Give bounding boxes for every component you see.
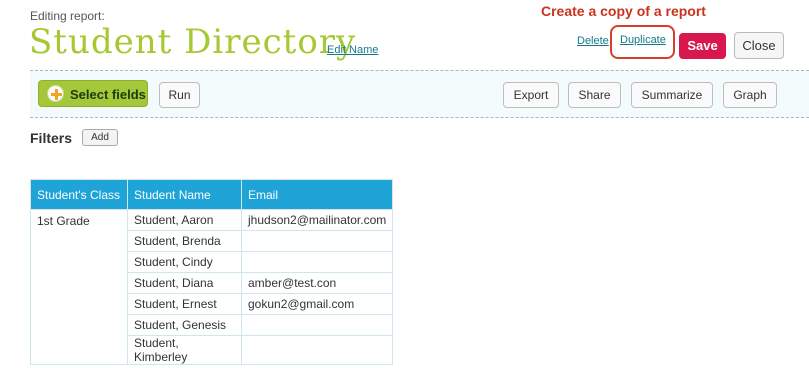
graph-button[interactable]: Graph xyxy=(723,82,777,108)
editing-label: Editing report: xyxy=(30,9,105,23)
report-table: Student's Class Student Name Email 1st G… xyxy=(30,179,394,365)
delete-link[interactable]: Delete xyxy=(577,35,609,47)
save-button[interactable]: Save xyxy=(679,33,726,59)
email-cell: gokun2@gmail.com xyxy=(240,293,394,315)
select-fields-button[interactable]: Select fields xyxy=(38,80,148,107)
column-header-class[interactable]: Student's Class xyxy=(30,179,128,210)
student-name-cell: Student, Aaron xyxy=(127,209,242,231)
student-name-cell: Student, Brenda xyxy=(127,230,242,252)
email-cell xyxy=(240,335,394,365)
share-button[interactable]: Share xyxy=(568,82,621,108)
email-cell xyxy=(240,230,394,252)
student-name-cell: Student, Ernest xyxy=(127,293,242,315)
column-header-email[interactable]: Email xyxy=(240,179,394,210)
email-cell: amber@test.con xyxy=(240,272,394,294)
email-cell: jhudson2@mailinator.com xyxy=(240,209,394,231)
export-button[interactable]: Export xyxy=(503,82,559,108)
duplicate-link[interactable]: Duplicate xyxy=(620,34,666,46)
edit-name-link[interactable]: Edit Name xyxy=(327,44,378,56)
table-header-row: Student's Class Student Name Email xyxy=(30,179,394,210)
run-button[interactable]: Run xyxy=(159,82,200,108)
select-fields-label: Select fields xyxy=(70,87,146,102)
page-title: Student Directory xyxy=(29,22,357,62)
table-row: 1st Grade Student, Aaron jhudson2@mailin… xyxy=(30,209,394,365)
column-header-name[interactable]: Student Name xyxy=(127,179,242,210)
student-name-cell: Student, Cindy xyxy=(127,251,242,273)
student-name-cell: Student, Kimberley xyxy=(127,335,242,365)
class-cell: 1st Grade xyxy=(30,209,128,365)
annotation-callout: Create a copy of a report xyxy=(541,3,706,19)
add-filter-button[interactable]: Add xyxy=(82,129,118,146)
plus-circle-icon xyxy=(47,85,64,102)
filters-label: Filters xyxy=(30,130,73,146)
toolbar: Select fields Run Export Share Summarize… xyxy=(30,70,809,118)
close-button[interactable]: Close xyxy=(734,32,784,59)
summarize-button[interactable]: Summarize xyxy=(631,82,713,108)
student-name-cell: Student, Genesis xyxy=(127,314,242,336)
email-cell xyxy=(240,314,394,336)
email-cell xyxy=(240,251,394,273)
student-name-cell: Student, Diana xyxy=(127,272,242,294)
